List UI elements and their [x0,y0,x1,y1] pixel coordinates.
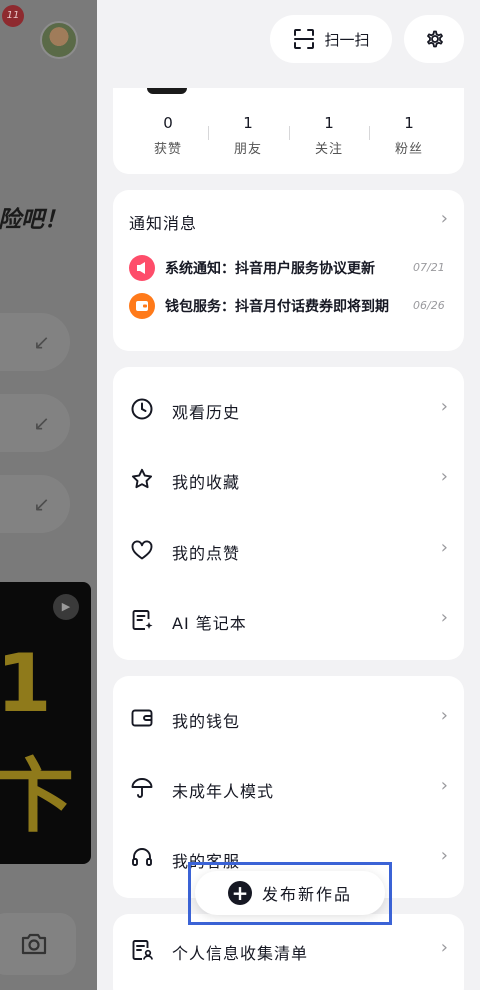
megaphone-icon [129,255,155,281]
notification-text: 钱包服务：抖音月付话费券即将到期 [165,299,389,315]
menu-card-primary: 观看历史 › 我的收藏 › 我的点赞 › AI 笔记本 › [113,367,464,660]
chevron-right-icon: › [440,845,448,866]
notification-date: 06/26 [413,299,445,312]
arrow-icon: ↙ [33,330,50,354]
stat-divider [289,126,290,140]
menu-item-label: 我的点赞 [172,544,241,563]
clock-icon [131,398,153,420]
stat-friends[interactable]: 1 朋友 [213,114,283,157]
stat-value: 1 [404,114,414,132]
menu-card-tertiary: 个人信息收集清单 › [113,914,464,990]
wallet-icon [131,709,153,727]
star-icon [131,468,153,489]
background-headline: 险吧！ [0,207,67,233]
menu-item-label: 个人信息收集清单 [172,944,309,963]
gear-icon [427,30,443,48]
background-pill-3: ↙ [0,475,70,533]
publish-label: 发布新作品 [261,885,352,904]
menu-item-label: AI 笔记本 [172,614,247,633]
stat-label: 获赞 [153,142,182,157]
profile-stats-card: 0 获赞 1 朋友 1 关注 1 粉丝 [113,88,464,174]
menu-item-label: 我的钱包 [172,712,241,731]
video-caption-bottom: 卞 [0,750,74,843]
stat-followers[interactable]: 1 粉丝 [374,114,444,157]
background-overlay[interactable]: 11 险吧！ ↙ ↙ ↙ ▶ 1 卞 [0,0,97,990]
stat-value: 1 [243,114,253,132]
stat-value: 1 [324,114,334,132]
notification-item-system[interactable]: 系统通知：抖音用户服务协议更新 07/21 [129,255,459,283]
arrow-icon: ↙ [33,492,50,516]
document-user-icon [132,940,153,960]
menu-item-favorites[interactable]: 我的收藏 › [113,443,464,513]
background-video: ▶ 1 卞 [0,582,91,864]
notifications-card[interactable]: 通知消息 › 系统通知：抖音用户服务协议更新 07/21 钱包服务：抖音月付话费… [113,190,464,351]
stat-divider [369,126,370,140]
avatar [40,21,78,59]
chevron-right-icon: › [440,537,448,558]
menu-item-watch-history[interactable]: 观看历史 › [113,373,464,443]
stat-label: 朋友 [233,142,262,157]
scan-button[interactable]: 扫一扫 [270,15,392,63]
notification-date: 07/21 [413,261,445,274]
chevron-right-icon: › [440,466,448,487]
profile-avatar-peek [147,88,187,94]
publish-button[interactable]: + 发布新作品 [195,871,385,915]
chevron-right-icon: › [440,775,448,796]
notification-text: 系统通知：抖音用户服务协议更新 [165,261,375,277]
notification-item-wallet[interactable]: 钱包服务：抖音月付话费券即将到期 06/26 [129,293,459,321]
background-pill-1: ↙ [0,313,70,371]
umbrella-icon [131,778,153,798]
heart-icon [131,540,153,560]
chevron-right-icon: › [440,705,448,726]
stat-value: 0 [163,114,173,132]
ai-notebook-icon [132,610,153,630]
menu-item-label: 我的收藏 [172,473,241,492]
menu-item-wallet[interactable]: 我的钱包 › [113,682,464,752]
stat-divider [208,126,209,140]
stat-label: 粉丝 [394,142,423,157]
side-drawer: 扫一扫 0 获赞 1 朋友 1 关注 1 粉丝 通知消息 › 系统通知：抖音用户… [97,0,480,990]
menu-item-label: 未成年人模式 [172,782,275,801]
menu-item-likes[interactable]: 我的点赞 › [113,514,464,584]
plus-icon: + [227,881,252,905]
scan-label: 扫一扫 [324,30,370,49]
scan-icon [294,29,315,49]
chevron-right-icon: › [440,607,448,628]
settings-button[interactable] [404,15,464,63]
stat-label: 关注 [314,142,343,157]
notification-badge: 11 [2,5,24,27]
camera-button [0,913,76,975]
menu-item-label: 观看历史 [172,403,241,422]
headset-icon [132,848,152,866]
camera-icon [21,933,47,955]
menu-item-minor-mode[interactable]: 未成年人模式 › [113,752,464,822]
chevron-right-icon: › [440,208,448,229]
chevron-right-icon: › [440,937,448,958]
video-caption-top: 1 [0,637,52,730]
play-icon: ▶ [53,594,79,620]
menu-item-ai-notebook[interactable]: AI 笔记本 › [113,584,464,654]
publish-highlight: + 发布新作品 [188,862,392,925]
stat-following[interactable]: 1 关注 [294,114,364,157]
chevron-right-icon: › [440,396,448,417]
background-pill-2: ↙ [0,394,70,452]
stat-likes[interactable]: 0 获赞 [133,114,203,157]
arrow-icon: ↙ [33,411,50,435]
menu-item-personal-info-list[interactable]: 个人信息收集清单 › [113,920,464,990]
notifications-title: 通知消息 [129,214,198,233]
wallet-icon [129,293,155,319]
